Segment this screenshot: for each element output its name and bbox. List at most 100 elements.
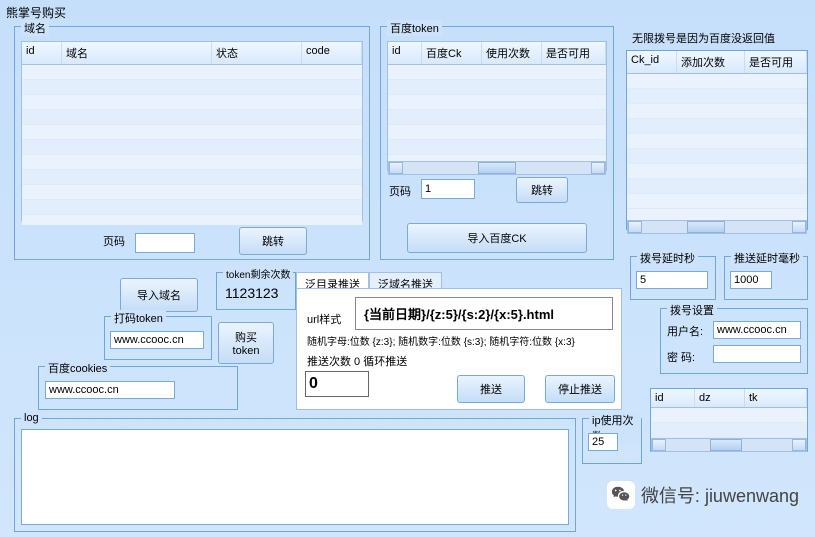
table-row[interactable] [22,65,362,80]
token-remain-label: token剩余次数 [223,266,293,281]
token-jump-button[interactable]: 跳转 [516,177,568,203]
token-scrollbar[interactable] [388,161,606,175]
domain-listview[interactable]: id 域名 状态 code [21,41,363,221]
pass-label: 密 码: [667,349,695,365]
push-delay-input[interactable] [730,271,772,289]
watermark-text: 微信号: jiuwenwang [641,482,799,508]
table-row[interactable] [388,80,606,95]
dama-token-input[interactable] [110,331,204,349]
window-title: 熊掌号购买 [6,4,66,21]
ck-list-header: Ck_id 添加次数 是否可用 [627,51,807,74]
table-row[interactable] [388,65,606,80]
table-row[interactable] [627,179,807,194]
col-id[interactable]: id [651,389,695,407]
table-row[interactable] [22,95,362,110]
col-usable[interactable]: 是否可用 [745,51,807,73]
col-id[interactable]: id [22,42,62,64]
right-message: 无限拨号是因为百度没返回值 [632,30,775,46]
table-row[interactable] [627,134,807,149]
table-row[interactable] [388,110,606,125]
stop-push-button[interactable]: 停止推送 [545,375,615,403]
domain-page-label: 页码 [103,233,125,249]
url-style-label: url样式 [307,311,341,327]
token-list-header: id 百度Ck 使用次数 是否可用 [388,42,606,65]
dial-user-input[interactable] [713,321,801,339]
col-domain[interactable]: 域名 [62,42,212,64]
scroll-thumb[interactable] [687,221,725,233]
table-row[interactable] [388,140,606,155]
col-ckid[interactable]: Ck_id [627,51,677,73]
buy-token-button[interactable]: 购买 token [218,322,274,364]
scroll-left-icon[interactable] [389,162,403,174]
dial-settings-label: 拨号设置 [667,302,717,318]
table-row[interactable] [627,104,807,119]
scroll-right-icon[interactable] [591,162,605,174]
scroll-right-icon[interactable] [792,439,806,451]
mini-list-header: id dz tk [651,389,807,408]
col-usable[interactable]: 是否可用 [542,42,606,64]
table-row[interactable] [627,89,807,104]
table-row[interactable] [22,140,362,155]
token-remain-group: token剩余次数 1123123 [216,272,296,310]
col-ck[interactable]: 百度Ck [422,42,482,64]
url-hint: 随机字母:位数 {z:3}; 随机数字:位数 {s:3}; 随机字符:位数 {x… [307,333,575,348]
log-textarea[interactable] [21,429,569,525]
table-row[interactable] [22,185,362,200]
push-button[interactable]: 推送 [457,375,525,403]
mini-listview[interactable]: id dz tk [650,388,808,452]
push-delay-group: 推送延时毫秒 [724,256,808,300]
ip-usage-input[interactable] [588,433,618,451]
ck-listview[interactable]: Ck_id 添加次数 是否可用 [626,50,808,230]
mini-scrollbar[interactable] [651,438,807,452]
scroll-left-icon[interactable] [628,221,642,233]
dial-pass-input[interactable] [713,345,801,363]
dama-token-label: 打码token [111,310,166,326]
table-row[interactable] [627,74,807,89]
push-delay-label: 推送延时毫秒 [731,250,803,266]
col-code[interactable]: code [302,42,362,64]
dial-delay-input[interactable] [636,271,708,289]
col-status[interactable]: 状态 [212,42,302,64]
table-row[interactable] [22,155,362,170]
col-addcount[interactable]: 添加次数 [677,51,745,73]
scroll-right-icon[interactable] [792,221,806,233]
scroll-left-icon[interactable] [652,439,666,451]
col-usage[interactable]: 使用次数 [482,42,542,64]
table-row[interactable] [627,149,807,164]
baidu-cookies-input[interactable] [45,381,175,399]
table-row[interactable] [22,170,362,185]
push-count-label: 推送次数 0 循环推送 [307,353,407,369]
token-remain-value: 1123123 [225,285,278,301]
watermark: 微信号: jiuwenwang [607,481,799,509]
import-domain-button[interactable]: 导入域名 [120,278,198,312]
col-dz[interactable]: dz [695,389,745,407]
scroll-thumb[interactable] [478,162,516,174]
table-row[interactable] [651,408,807,423]
table-row[interactable] [22,200,362,215]
table-row[interactable] [651,423,807,438]
col-tk[interactable]: tk [745,389,807,407]
dial-delay-label: 拨号延时秒 [637,250,698,266]
table-row[interactable] [388,95,606,110]
table-row[interactable] [627,194,807,209]
import-ck-button[interactable]: 导入百度CK [407,223,587,253]
token-page-input[interactable] [421,179,475,199]
scroll-thumb[interactable] [710,439,742,451]
token-group-label: 百度token [387,20,442,36]
ck-scrollbar[interactable] [627,220,807,234]
push-panel: url样式 {当前日期}/{z:5}/{s:2}/{x:5}.html 随机字母… [296,288,622,410]
table-row[interactable] [388,125,606,140]
domain-group-label: 域名 [21,20,49,36]
url-pattern-box: {当前日期}/{z:5}/{s:2}/{x:5}.html [355,297,613,330]
table-row[interactable] [627,164,807,179]
push-count-input[interactable] [305,371,369,397]
table-row[interactable] [22,110,362,125]
domain-page-input[interactable] [135,233,195,253]
user-label: 用户名: [667,323,703,339]
col-id[interactable]: id [388,42,422,64]
domain-jump-button[interactable]: 跳转 [239,227,307,255]
table-row[interactable] [22,80,362,95]
table-row[interactable] [22,125,362,140]
token-listview[interactable]: id 百度Ck 使用次数 是否可用 [387,41,607,171]
table-row[interactable] [627,119,807,134]
